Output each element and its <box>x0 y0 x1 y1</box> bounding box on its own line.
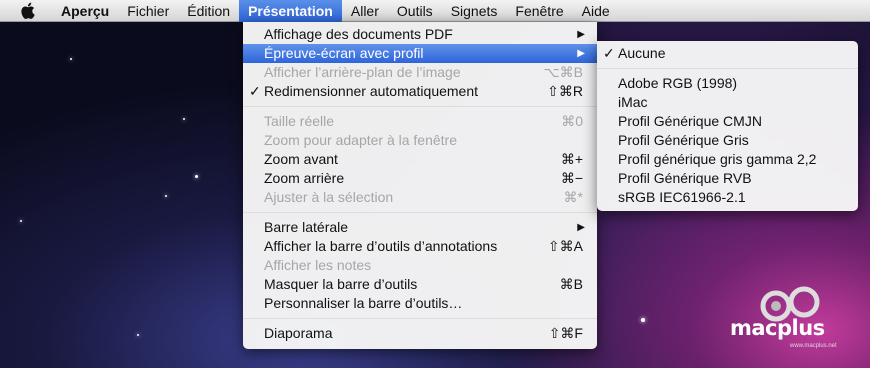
menu-item-masquer-barre[interactable]: Masquer la barre d’outils ⌘B <box>243 275 597 294</box>
menu-item-label: Zoom pour adapter à la fenêtre <box>264 132 458 148</box>
menu-edition[interactable]: Édition <box>178 0 239 22</box>
menu-fichier[interactable]: Fichier <box>118 0 178 22</box>
menu-fenetre[interactable]: Fenêtre <box>506 0 572 22</box>
menu-separator <box>243 106 597 107</box>
menu-item-label: Afficher l’arrière-plan de l’image <box>264 64 461 80</box>
menu-item-zoom-adapter: Zoom pour adapter à la fenêtre <box>243 131 597 150</box>
menu-aller[interactable]: Aller <box>342 0 388 22</box>
menu-item-label: Affichage des documents PDF <box>264 26 453 42</box>
menu-item-taille-reelle: Taille réelle ⌘0 <box>243 112 597 131</box>
menu-item-ajuster-selection: Ajuster à la sélection ⌘* <box>243 188 597 207</box>
profile-item-rvb[interactable]: Profil Générique RVB <box>597 169 858 188</box>
menu-item-afficher-notes: Afficher les notes <box>243 256 597 275</box>
star <box>195 175 198 178</box>
star <box>20 220 22 222</box>
submenu-arrow-icon: ▶ <box>577 29 585 40</box>
shortcut-label: ⌘B <box>559 276 583 292</box>
menu-item-label: Personnaliser la barre d’outils… <box>264 295 463 311</box>
menu-item-label: Barre latérale <box>264 219 349 235</box>
star <box>70 58 72 60</box>
profile-item-imac[interactable]: iMac <box>597 93 858 112</box>
checkmark-icon: ✓ <box>249 83 261 99</box>
apple-logo-icon[interactable] <box>16 2 38 19</box>
menu-item-label: Zoom avant <box>264 151 338 167</box>
menu-item-label: Masquer la barre d’outils <box>264 276 418 292</box>
profile-item-aucune[interactable]: ✓ Aucune <box>597 44 858 63</box>
shortcut-label: ⌘+ <box>560 151 583 167</box>
menu-item-label: sRGB IEC61966-2.1 <box>618 189 746 205</box>
menu-item-label: Afficher les notes <box>264 257 372 273</box>
menu-item-barre-annotations[interactable]: Afficher la barre d’outils d’annotations… <box>243 237 597 256</box>
star <box>183 118 185 120</box>
shortcut-label: ⇧⌘F <box>548 325 583 341</box>
menu-separator <box>597 68 858 69</box>
menu-item-zoom-avant[interactable]: Zoom avant ⌘+ <box>243 150 597 169</box>
menu-outils[interactable]: Outils <box>388 0 442 22</box>
menu-item-label: Taille réelle <box>264 113 335 129</box>
submenu-arrow-icon: ▶ <box>577 48 585 59</box>
menu-aide[interactable]: Aide <box>573 0 619 22</box>
shortcut-label: ⌘0 <box>561 113 583 129</box>
menu-item-diaporama[interactable]: Diaporama ⇧⌘F <box>243 324 597 343</box>
star <box>165 195 167 197</box>
shortcut-label: ⌥⌘B <box>543 64 583 80</box>
menu-item-label: Profil Générique CMJN <box>618 113 762 129</box>
shortcut-label: ⇧⌘A <box>547 238 583 254</box>
shortcut-label: ⌘− <box>560 170 583 186</box>
profile-item-srgb[interactable]: sRGB IEC61966-2.1 <box>597 188 858 207</box>
profile-item-cmjn[interactable]: Profil Générique CMJN <box>597 112 858 131</box>
star <box>137 334 139 336</box>
menu-item-label: Redimensionner automatiquement <box>264 83 479 99</box>
watermark-text: macplus <box>730 316 825 340</box>
menu-item-label: Ajuster à la sélection <box>264 189 394 205</box>
menu-item-affichage-pdf[interactable]: Affichage des documents PDF ▶ <box>243 25 597 44</box>
menu-item-label: Adobe RGB (1998) <box>618 75 738 91</box>
profile-item-gris[interactable]: Profil Générique Gris <box>597 131 858 150</box>
menu-item-label: iMac <box>618 94 648 110</box>
submenu-arrow-icon: ▶ <box>577 222 585 233</box>
menu-item-personnaliser-barre[interactable]: Personnaliser la barre d’outils… <box>243 294 597 313</box>
menu-item-barre-laterale[interactable]: Barre latérale ▶ <box>243 218 597 237</box>
menu-item-label: Profil générique gris gamma 2,2 <box>618 151 817 167</box>
menu-item-arriere-plan: Afficher l’arrière-plan de l’image ⌥⌘B <box>243 63 597 82</box>
menu-item-label: Diaporama <box>264 325 333 341</box>
menu-item-label: Aucune <box>618 45 666 61</box>
menu-item-zoom-arriere[interactable]: Zoom arrière ⌘− <box>243 169 597 188</box>
menu-item-label: Épreuve-écran avec profil <box>264 45 424 61</box>
menu-separator <box>243 318 597 319</box>
menu-item-label: Afficher la barre d’outils d’annotations <box>264 238 498 254</box>
shortcut-label: ⌘* <box>563 189 583 205</box>
menu-item-label: Zoom arrière <box>264 170 345 186</box>
menu-item-redimensionner[interactable]: ✓ Redimensionner automatiquement ⇧⌘R <box>243 82 597 101</box>
menu-item-label: Profil Générique RVB <box>618 170 752 186</box>
profile-item-gris-gamma[interactable]: Profil générique gris gamma 2,2 <box>597 150 858 169</box>
menu-separator <box>243 212 597 213</box>
menu-item-label: Profil Générique Gris <box>618 132 749 148</box>
shortcut-label: ⇧⌘R <box>547 83 583 99</box>
profile-item-adobe-rgb[interactable]: Adobe RGB (1998) <box>597 74 858 93</box>
menu-apercu[interactable]: Aperçu <box>52 0 118 22</box>
profile-submenu: ✓ Aucune Adobe RGB (1998) iMac Profil Gé… <box>597 41 858 211</box>
menu-bar: Aperçu Fichier Édition Présentation Alle… <box>0 0 870 22</box>
checkmark-icon: ✓ <box>603 45 615 61</box>
menu-item-epreuve-ecran[interactable]: Épreuve-écran avec profil ▶ <box>243 44 597 63</box>
menu-signets[interactable]: Signets <box>442 0 507 22</box>
star <box>641 318 645 322</box>
presentation-menu: Affichage des documents PDF ▶ Épreuve-éc… <box>243 22 597 349</box>
watermark-subtext: www.macplus.net <box>790 343 837 349</box>
menu-presentation[interactable]: Présentation <box>239 0 342 22</box>
